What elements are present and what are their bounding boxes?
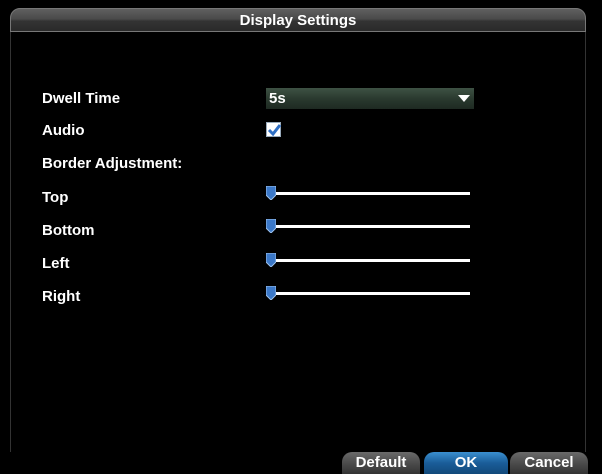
cancel-button[interactable]: Cancel xyxy=(510,452,588,474)
dwell-time-select[interactable]: 5s xyxy=(266,88,474,109)
dwell-time-value: 5s xyxy=(269,90,286,107)
slider-thumb-icon[interactable] xyxy=(266,219,276,233)
top-slider[interactable] xyxy=(266,186,470,200)
slider-thumb-icon[interactable] xyxy=(266,286,276,300)
title-bar: Display Settings xyxy=(10,8,586,32)
slider-track xyxy=(266,192,470,195)
checkmark-icon xyxy=(267,124,282,137)
border-adjustment-label: Border Adjustment: xyxy=(42,155,183,172)
window-title: Display Settings xyxy=(239,12,357,29)
audio-checkbox[interactable] xyxy=(266,122,282,137)
audio-label: Audio xyxy=(42,122,85,139)
default-button[interactable]: Default xyxy=(342,452,420,474)
slider-thumb-icon[interactable] xyxy=(266,253,276,267)
left-slider[interactable] xyxy=(266,253,470,267)
slider-track xyxy=(266,292,470,295)
bottom-label: Bottom xyxy=(42,222,95,239)
bottom-slider[interactable] xyxy=(266,219,470,233)
slider-track xyxy=(266,259,470,262)
left-label: Left xyxy=(42,255,70,272)
dialog-window: Display Settings Dwell Time 5s Audio Bor… xyxy=(0,0,602,474)
slider-track xyxy=(266,225,470,228)
top-label: Top xyxy=(42,189,69,206)
ok-button[interactable]: OK xyxy=(424,452,508,474)
right-slider[interactable] xyxy=(266,286,470,300)
slider-thumb-icon[interactable] xyxy=(266,186,276,200)
right-label: Right xyxy=(42,288,81,305)
dwell-time-label: Dwell Time xyxy=(42,90,121,107)
chevron-down-icon xyxy=(458,95,470,102)
